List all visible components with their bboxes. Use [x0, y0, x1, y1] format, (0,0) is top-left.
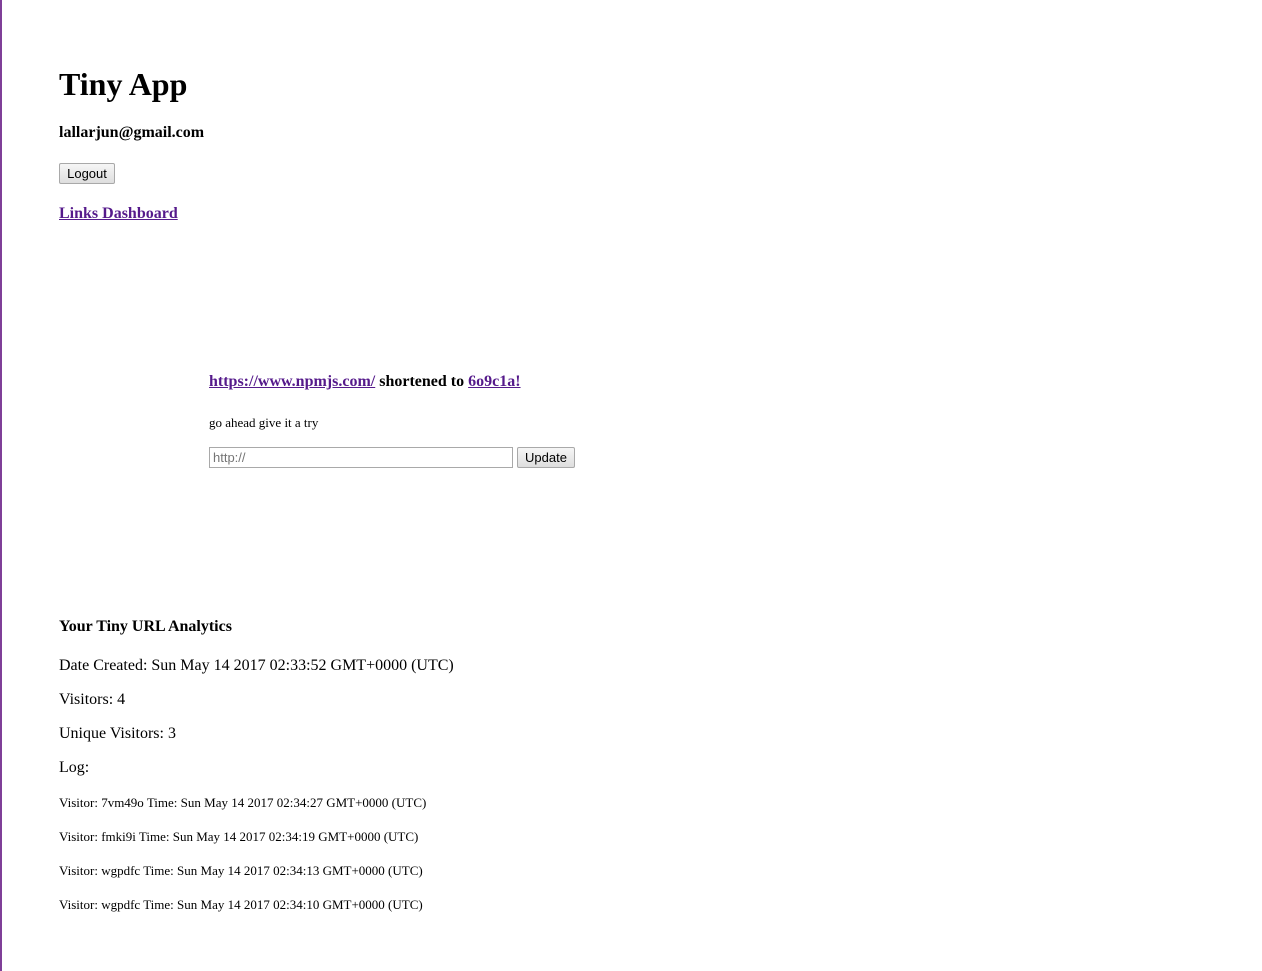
- page-left-border: [0, 0, 2, 971]
- app-title: Tiny App: [59, 66, 188, 102]
- short-url-link[interactable]: 6o9c1a!: [468, 373, 520, 390]
- long-url-input[interactable]: [209, 447, 513, 468]
- log-entry: Visitor: wgpdfc Time: Sun May 14 2017 02…: [59, 863, 423, 878]
- links-dashboard-link[interactable]: Links Dashboard: [59, 204, 178, 224]
- visitors-count: Visitors: 4: [59, 691, 126, 708]
- logout-button[interactable]: Logout: [59, 163, 115, 184]
- analytics-heading: Your Tiny URL Analytics: [59, 618, 232, 635]
- log-entry: Visitor: wgpdfc Time: Sun May 14 2017 02…: [59, 897, 423, 912]
- long-url-link[interactable]: https://www.npmjs.com/: [209, 373, 375, 390]
- log-label: Log:: [59, 759, 90, 776]
- shortened-to-text: shortened to: [375, 373, 469, 390]
- try-hint-text: go ahead give it a try: [209, 415, 319, 430]
- date-created: Date Created: Sun May 14 2017 02:33:52 G…: [59, 657, 454, 674]
- log-entry: Visitor: 7vm49o Time: Sun May 14 2017 02…: [59, 795, 427, 810]
- log-entry: Visitor: fmki9i Time: Sun May 14 2017 02…: [59, 829, 419, 844]
- unique-visitors-count: Unique Visitors: 3: [59, 725, 176, 742]
- user-email: lallarjun@gmail.com: [59, 124, 205, 141]
- shortened-heading: https://www.npmjs.com/ shortened to 6o9c…: [209, 372, 521, 392]
- update-button[interactable]: Update: [517, 447, 575, 468]
